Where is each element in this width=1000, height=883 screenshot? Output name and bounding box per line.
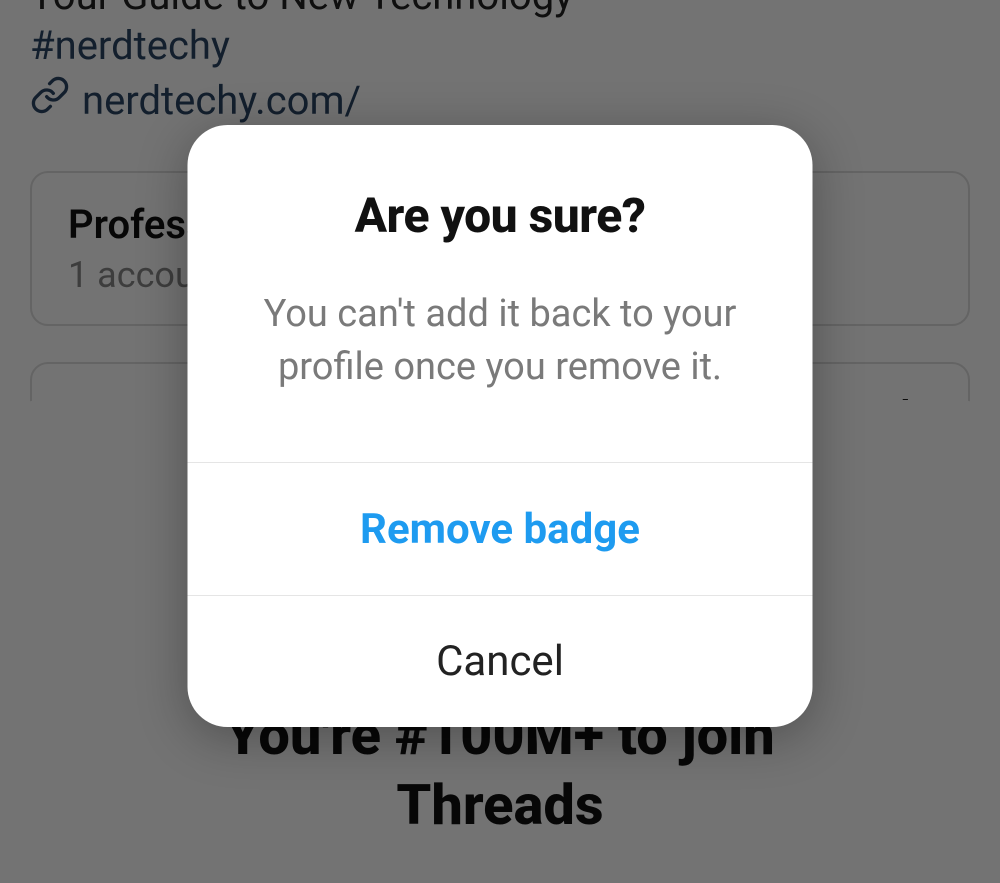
dialog-actions: Remove badge Cancel [188, 462, 813, 727]
confirm-dialog: Are you sure? You can't add it back to y… [188, 125, 813, 727]
cancel-button[interactable]: Cancel [188, 595, 813, 727]
dialog-body: Are you sure? You can't add it back to y… [188, 125, 813, 462]
dialog-message: You can't add it back to your profile on… [228, 288, 773, 394]
remove-badge-button[interactable]: Remove badge [188, 463, 813, 595]
dialog-title: Are you sure? [228, 187, 773, 244]
